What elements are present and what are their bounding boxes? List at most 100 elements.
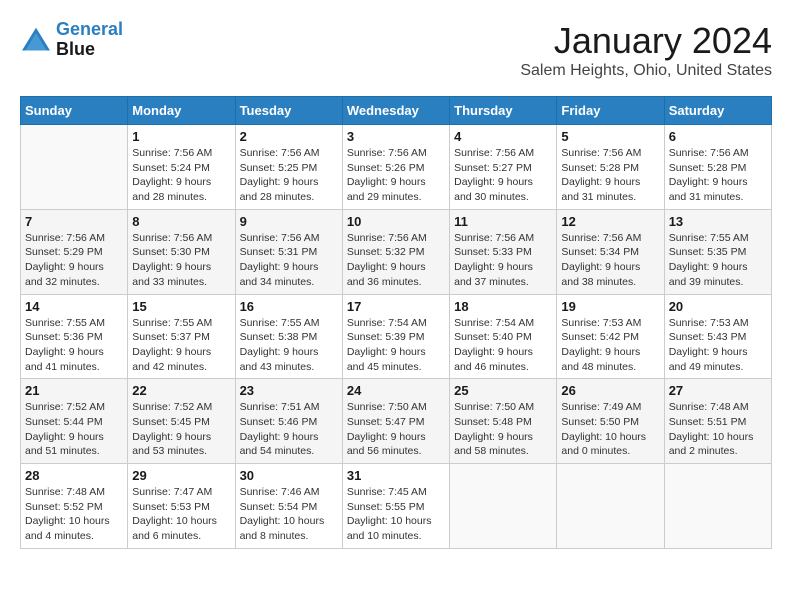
day-cell: 24 Sunrise: 7:50 AM Sunset: 5:47 PM Dayli… [342, 379, 449, 464]
day-info: Sunrise: 7:56 AM Sunset: 5:31 PM Dayligh… [240, 231, 338, 290]
day-info: Sunrise: 7:56 AM Sunset: 5:25 PM Dayligh… [240, 146, 338, 205]
day-number: 1 [132, 129, 230, 144]
day-number: 19 [561, 299, 659, 314]
logo-text: GeneralBlue [56, 20, 123, 60]
logo-icon [20, 26, 52, 54]
day-info: Sunrise: 7:47 AM Sunset: 5:53 PM Dayligh… [132, 485, 230, 544]
day-info: Sunrise: 7:56 AM Sunset: 5:32 PM Dayligh… [347, 231, 445, 290]
title-block: January 2024 Salem Heights, Ohio, United… [520, 20, 772, 80]
day-cell [21, 125, 128, 210]
day-cell: 7 Sunrise: 7:56 AM Sunset: 5:29 PM Daylig… [21, 209, 128, 294]
day-number: 15 [132, 299, 230, 314]
day-info: Sunrise: 7:56 AM Sunset: 5:26 PM Dayligh… [347, 146, 445, 205]
header-cell-tuesday: Tuesday [235, 97, 342, 125]
day-number: 23 [240, 383, 338, 398]
day-number: 17 [347, 299, 445, 314]
header-cell-friday: Friday [557, 97, 664, 125]
day-number: 27 [669, 383, 767, 398]
day-number: 7 [25, 214, 123, 229]
day-cell: 2 Sunrise: 7:56 AM Sunset: 5:25 PM Daylig… [235, 125, 342, 210]
day-cell: 25Sunrise: 7:50 AM Sunset: 5:48 PM Dayli… [450, 379, 557, 464]
day-number: 29 [132, 468, 230, 483]
week-row-1: 1Sunrise: 7:56 AM Sunset: 5:24 PM Daylig… [21, 125, 772, 210]
day-cell: 3 Sunrise: 7:56 AM Sunset: 5:26 PM Daylig… [342, 125, 449, 210]
day-info: Sunrise: 7:52 AM Sunset: 5:45 PM Dayligh… [132, 400, 230, 459]
day-info: Sunrise: 7:56 AM Sunset: 5:29 PM Dayligh… [25, 231, 123, 290]
day-info: Sunrise: 7:48 AM Sunset: 5:52 PM Dayligh… [25, 485, 123, 544]
day-cell: 22 Sunrise: 7:52 AM Sunset: 5:45 PM Dayli… [128, 379, 235, 464]
day-number: 3 [347, 129, 445, 144]
day-info: Sunrise: 7:56 AM Sunset: 5:28 PM Dayligh… [561, 146, 659, 205]
day-number: 5 [561, 129, 659, 144]
day-info: Sunrise: 7:56 AM Sunset: 5:28 PM Dayligh… [669, 146, 767, 205]
week-row-3: 14 Sunrise: 7:55 AM Sunset: 5:36 PM Dayli… [21, 294, 772, 379]
day-info: Sunrise: 7:46 AM Sunset: 5:54 PM Dayligh… [240, 485, 338, 544]
day-number: 10 [347, 214, 445, 229]
day-cell: 9 Sunrise: 7:56 AM Sunset: 5:31 PM Daylig… [235, 209, 342, 294]
logo: GeneralBlue [20, 20, 123, 60]
day-cell [450, 464, 557, 549]
day-cell: 4 Sunrise: 7:56 AM Sunset: 5:27 PM Daylig… [450, 125, 557, 210]
day-cell: 16Sunrise: 7:55 AM Sunset: 5:38 PM Dayli… [235, 294, 342, 379]
day-cell: 13 Sunrise: 7:55 AM Sunset: 5:35 PM Dayli… [664, 209, 771, 294]
day-info: Sunrise: 7:45 AM Sunset: 5:55 PM Dayligh… [347, 485, 445, 544]
day-info: Sunrise: 7:56 AM Sunset: 5:30 PM Dayligh… [132, 231, 230, 290]
day-number: 13 [669, 214, 767, 229]
calendar-table: SundayMondayTuesdayWednesdayThursdayFrid… [20, 96, 772, 549]
day-number: 21 [25, 383, 123, 398]
day-cell: 19Sunrise: 7:53 AM Sunset: 5:42 PM Dayli… [557, 294, 664, 379]
week-row-2: 7 Sunrise: 7:56 AM Sunset: 5:29 PM Daylig… [21, 209, 772, 294]
day-cell: 8 Sunrise: 7:56 AM Sunset: 5:30 PM Daylig… [128, 209, 235, 294]
day-cell: 31 Sunrise: 7:45 AM Sunset: 5:55 PM Dayli… [342, 464, 449, 549]
day-cell [557, 464, 664, 549]
day-info: Sunrise: 7:49 AM Sunset: 5:50 PM Dayligh… [561, 400, 659, 459]
day-number: 31 [347, 468, 445, 483]
day-cell: 30 Sunrise: 7:46 AM Sunset: 5:54 PM Dayli… [235, 464, 342, 549]
day-number: 24 [347, 383, 445, 398]
calendar-subtitle: Salem Heights, Ohio, United States [520, 62, 772, 80]
day-info: Sunrise: 7:52 AM Sunset: 5:44 PM Dayligh… [25, 400, 123, 459]
day-number: 8 [132, 214, 230, 229]
day-cell: 28 Sunrise: 7:48 AM Sunset: 5:52 PM Dayli… [21, 464, 128, 549]
day-cell: 5 Sunrise: 7:56 AM Sunset: 5:28 PM Daylig… [557, 125, 664, 210]
page-header: GeneralBlue January 2024 Salem Heights, … [20, 20, 772, 80]
day-cell: 12Sunrise: 7:56 AM Sunset: 5:34 PM Dayli… [557, 209, 664, 294]
header-cell-wednesday: Wednesday [342, 97, 449, 125]
day-info: Sunrise: 7:48 AM Sunset: 5:51 PM Dayligh… [669, 400, 767, 459]
day-cell: 21 Sunrise: 7:52 AM Sunset: 5:44 PM Dayli… [21, 379, 128, 464]
header-cell-thursday: Thursday [450, 97, 557, 125]
day-cell: 11Sunrise: 7:56 AM Sunset: 5:33 PM Dayli… [450, 209, 557, 294]
day-number: 2 [240, 129, 338, 144]
day-number: 4 [454, 129, 552, 144]
day-number: 28 [25, 468, 123, 483]
week-row-4: 21 Sunrise: 7:52 AM Sunset: 5:44 PM Dayli… [21, 379, 772, 464]
day-info: Sunrise: 7:50 AM Sunset: 5:47 PM Dayligh… [347, 400, 445, 459]
day-cell: 29 Sunrise: 7:47 AM Sunset: 5:53 PM Dayli… [128, 464, 235, 549]
day-number: 26 [561, 383, 659, 398]
header-row: SundayMondayTuesdayWednesdayThursdayFrid… [21, 97, 772, 125]
day-info: Sunrise: 7:55 AM Sunset: 5:38 PM Dayligh… [240, 316, 338, 375]
header-cell-saturday: Saturday [664, 97, 771, 125]
day-number: 11 [454, 214, 552, 229]
day-info: Sunrise: 7:51 AM Sunset: 5:46 PM Dayligh… [240, 400, 338, 459]
day-info: Sunrise: 7:55 AM Sunset: 5:35 PM Dayligh… [669, 231, 767, 290]
day-number: 9 [240, 214, 338, 229]
week-row-5: 28 Sunrise: 7:48 AM Sunset: 5:52 PM Dayli… [21, 464, 772, 549]
day-number: 20 [669, 299, 767, 314]
day-cell: 1Sunrise: 7:56 AM Sunset: 5:24 PM Daylig… [128, 125, 235, 210]
header-cell-sunday: Sunday [21, 97, 128, 125]
day-cell: 27 Sunrise: 7:48 AM Sunset: 5:51 PM Dayli… [664, 379, 771, 464]
header-cell-monday: Monday [128, 97, 235, 125]
day-number: 30 [240, 468, 338, 483]
day-info: Sunrise: 7:55 AM Sunset: 5:36 PM Dayligh… [25, 316, 123, 375]
day-number: 14 [25, 299, 123, 314]
calendar-title: January 2024 [520, 20, 772, 62]
day-cell: 10 Sunrise: 7:56 AM Sunset: 5:32 PM Dayli… [342, 209, 449, 294]
day-info: Sunrise: 7:54 AM Sunset: 5:40 PM Dayligh… [454, 316, 552, 375]
day-info: Sunrise: 7:50 AM Sunset: 5:48 PM Dayligh… [454, 400, 552, 459]
day-number: 22 [132, 383, 230, 398]
day-number: 6 [669, 129, 767, 144]
day-info: Sunrise: 7:56 AM Sunset: 5:27 PM Dayligh… [454, 146, 552, 205]
day-info: Sunrise: 7:56 AM Sunset: 5:34 PM Dayligh… [561, 231, 659, 290]
day-cell: 26 Sunrise: 7:49 AM Sunset: 5:50 PM Dayli… [557, 379, 664, 464]
